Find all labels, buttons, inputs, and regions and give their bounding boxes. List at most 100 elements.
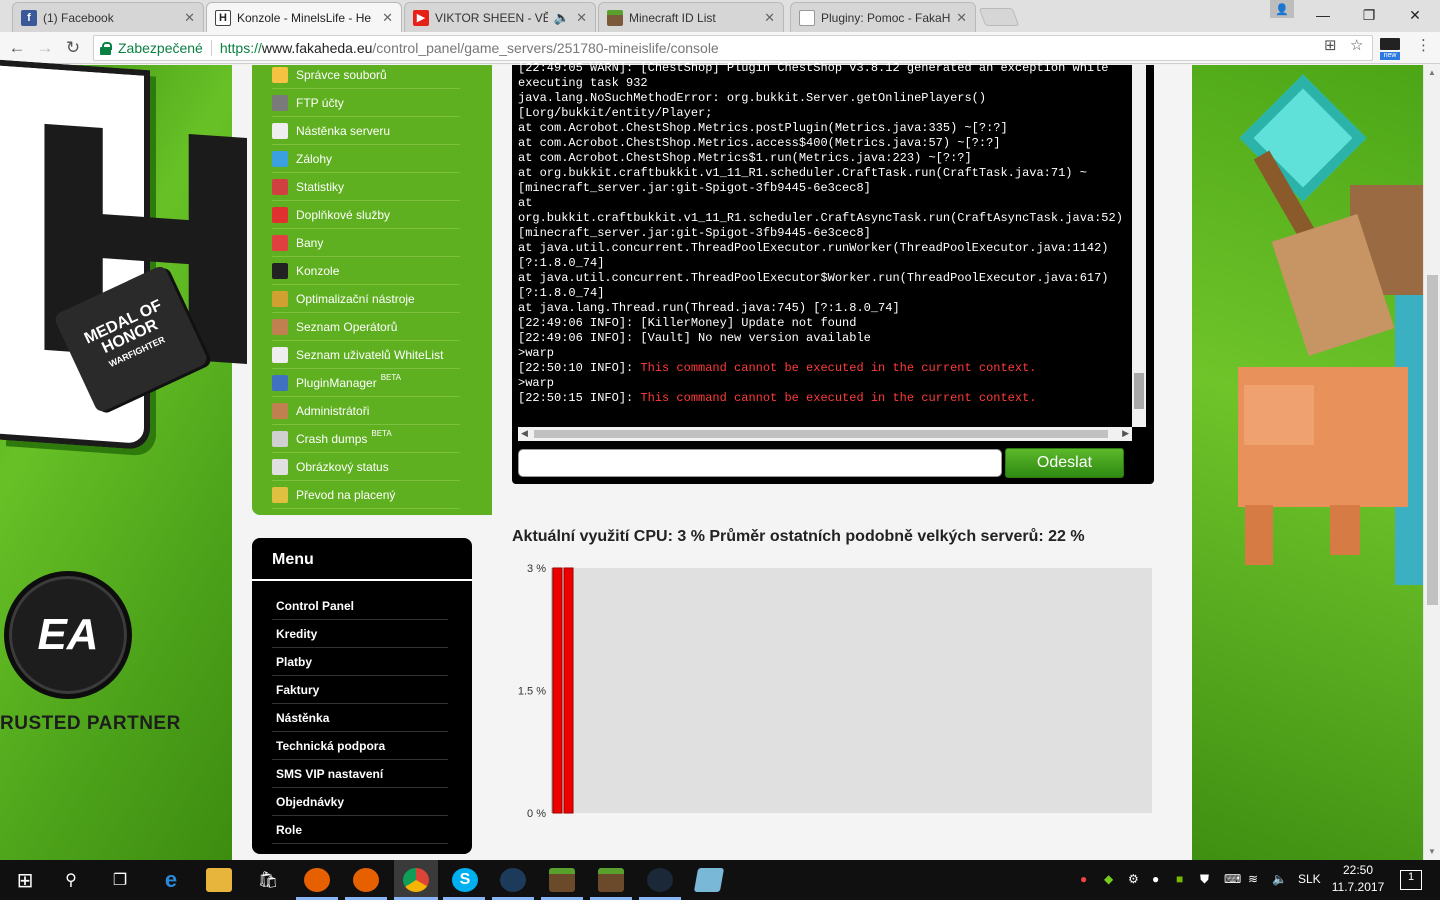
menu-item[interactable]: Platby [272, 648, 448, 676]
side-menu-item[interactable]: Seznam Operátorů [272, 313, 460, 341]
nvidia-icon[interactable]: ■ [1176, 872, 1183, 886]
side-menu-item[interactable]: Zálohy [272, 145, 460, 173]
tray-app-icon[interactable]: ⚙ [1128, 872, 1139, 886]
menu-item[interactable]: Nástěnka [272, 704, 448, 732]
close-icon[interactable]: ✕ [382, 10, 393, 26]
menu-item[interactable]: Objednávky [272, 788, 448, 816]
volume-icon[interactable]: 🔈 [1272, 872, 1287, 886]
side-menu-item[interactable]: Bany [272, 229, 460, 257]
tab-youtube[interactable]: ▶ VIKTOR SHEEN - VĚČ 🔈 ✕ [404, 2, 596, 32]
firefox-icon[interactable] [353, 868, 379, 892]
file-explorer-icon[interactable] [206, 868, 232, 892]
send-button[interactable]: Odeslat [1005, 448, 1124, 478]
menu-item[interactable]: Technická podpora [272, 732, 448, 760]
scroll-down-icon[interactable]: ▼ [1428, 847, 1436, 856]
console-command-input[interactable] [518, 449, 1002, 477]
scroll-left-icon[interactable]: ◀ [521, 428, 528, 439]
action-center-icon[interactable]: 1 [1400, 870, 1422, 890]
minecraft-icon[interactable] [549, 868, 575, 892]
new-tab-button[interactable] [978, 8, 1020, 26]
side-menu-item[interactable]: Doplňkové služby [272, 201, 460, 229]
side-menu-item[interactable]: Konzole [272, 257, 460, 285]
steam-tray-icon[interactable]: ● [1152, 872, 1159, 886]
chrome-tray-icon[interactable]: ● [1080, 872, 1087, 886]
console-line: [?:1.8.0_74] [518, 286, 1132, 301]
console-text: [?:1.8.0_74] [518, 256, 605, 270]
close-window-icon[interactable]: ✕ [1392, 0, 1438, 30]
tab-minecraft-id[interactable]: Minecraft ID List ✕ [598, 2, 784, 32]
menu-item[interactable]: Faktury [272, 676, 448, 704]
scroll-up-icon[interactable]: ▲ [1428, 68, 1436, 77]
side-menu-item[interactable]: Seznam uživatelů WhiteList [272, 341, 460, 369]
firefox-icon[interactable] [304, 868, 330, 892]
menu-item[interactable]: Kredity [272, 620, 448, 648]
menu-item-icon [272, 290, 288, 307]
teamspeak-icon[interactable] [500, 868, 526, 892]
task-view-icon[interactable]: ❐ [107, 868, 133, 892]
speaker-icon[interactable]: 🔈 [554, 10, 570, 26]
profile-icon[interactable]: 👤 [1270, 0, 1294, 18]
maximize-icon[interactable]: ❐ [1346, 0, 1392, 30]
side-menu-label: Seznam uživatelů WhiteList [296, 347, 444, 362]
address-bar[interactable]: Zabezpečené https:// www.fakaheda.eu /co… [93, 35, 1373, 61]
reload-icon[interactable]: ↻ [62, 37, 84, 59]
close-icon[interactable]: ✕ [576, 10, 587, 26]
windows-start-icon[interactable]: ⊞ [12, 868, 38, 892]
search-icon[interactable]: ⚲ [58, 868, 84, 892]
clock[interactable]: 22:50 11.7.2017 [1328, 862, 1388, 896]
side-menu-item[interactable]: Obrázkový status [272, 453, 460, 481]
menu-item-icon [272, 178, 288, 195]
chrome-icon[interactable] [403, 868, 429, 892]
scrollbar-thumb[interactable] [534, 430, 1108, 438]
skype-icon[interactable]: S [452, 868, 478, 892]
console-scrollbar[interactable] [1132, 65, 1146, 427]
side-menu-item[interactable]: Převod na placený [272, 481, 460, 509]
side-menu-item[interactable]: Crash dumps BETA [272, 425, 460, 453]
tray-app-icon[interactable]: ◆ [1104, 872, 1113, 886]
shield-icon[interactable]: ⛊ [1200, 872, 1209, 887]
store-icon[interactable]: 🛍 [255, 868, 281, 892]
console-hscrollbar[interactable]: ◀ ▶ [518, 427, 1132, 441]
menu-item[interactable]: Control Panel [272, 592, 448, 620]
tab-facebook[interactable]: f (1) Facebook ✕ [12, 2, 204, 32]
scrollbar-thumb[interactable] [1134, 373, 1144, 409]
side-menu-item[interactable]: Optimalizační nástroje [272, 285, 460, 313]
scroll-right-icon[interactable]: ▶ [1122, 428, 1129, 439]
menu-item[interactable]: Role [272, 816, 448, 844]
console-text: at org.bukkit.craftbukkit.v1_11_R1.sched… [518, 166, 1087, 180]
menu-dots-icon[interactable]: ⋮ [1416, 36, 1431, 54]
steam-icon[interactable] [647, 868, 673, 892]
console-output[interactable]: [22:49:05 WARN]: [ChestShop] Plugin Ches… [518, 61, 1132, 421]
app-icon[interactable] [693, 868, 725, 892]
minimize-icon[interactable]: — [1300, 0, 1346, 30]
minecraft-icon[interactable] [598, 868, 624, 892]
side-menu-label: Správce souborů [296, 67, 387, 82]
close-icon[interactable]: ✕ [764, 10, 775, 26]
side-menu-item[interactable]: FTP účty [272, 89, 460, 117]
back-icon[interactable]: ← [6, 37, 28, 59]
tab-konzole[interactable]: H Konzole - MinelsLife - He ✕ [206, 2, 402, 32]
edge-icon[interactable]: e [158, 867, 184, 892]
forward-icon[interactable]: → [34, 37, 56, 59]
side-menu-item[interactable]: Správce souborů [272, 61, 460, 89]
wifi-icon[interactable]: ≋ [1248, 872, 1258, 886]
menu-item-icon [272, 430, 288, 447]
mail-extension-icon[interactable]: new [1380, 38, 1400, 60]
secure-label: Zabezpečené [118, 40, 203, 56]
language-indicator[interactable]: SLK [1298, 872, 1321, 886]
close-icon[interactable]: ✕ [956, 10, 967, 26]
close-icon[interactable]: ✕ [184, 10, 195, 26]
star-icon[interactable]: ☆ [1350, 36, 1363, 54]
side-menu-item[interactable]: Statistiky [272, 173, 460, 201]
menu-item[interactable]: SMS VIP nastavení [272, 760, 448, 788]
side-menu-item[interactable]: Administrátoři [272, 397, 460, 425]
network-icon[interactable]: ⌨ [1224, 872, 1241, 886]
translate-icon[interactable]: ⊞ [1324, 36, 1337, 54]
tab-pluginy[interactable]: Pluginy: Pomoc - FakaHe ✕ [790, 2, 976, 32]
side-menu-item[interactable]: Nástěnka serveru [272, 117, 460, 145]
side-menu-item[interactable]: PluginManager BETA [272, 369, 460, 397]
scrollbar-thumb[interactable] [1427, 275, 1438, 605]
console-line: [minecraft_server.jar:git-Spigot-3fb9445… [518, 181, 1132, 196]
page-scrollbar[interactable]: ▲ ▼ [1423, 65, 1440, 860]
console-line: org.bukkit.craftbukkit.v1_11_R1.schedule… [518, 211, 1132, 226]
